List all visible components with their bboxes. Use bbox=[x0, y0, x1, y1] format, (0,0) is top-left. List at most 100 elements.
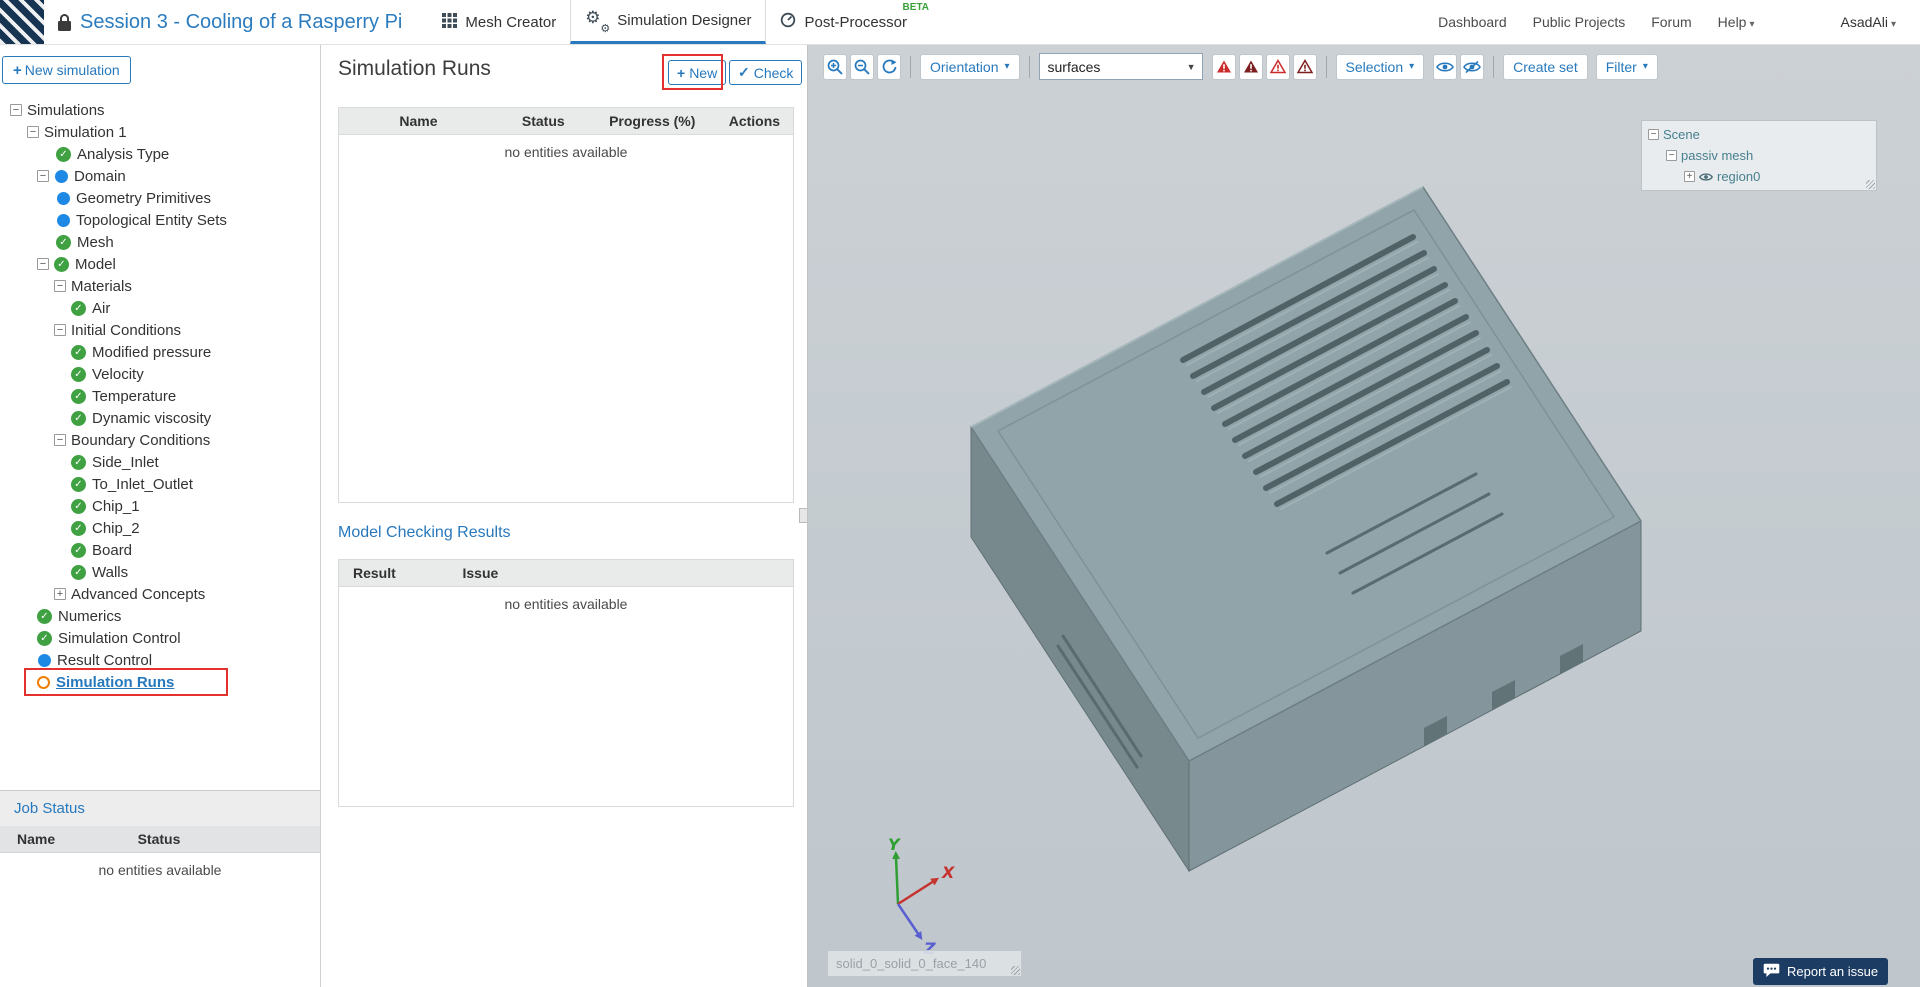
expand-icon[interactable]: + bbox=[54, 588, 66, 600]
collapse-icon[interactable]: − bbox=[54, 324, 66, 336]
model-checking-table: Result Issue no entities available bbox=[338, 559, 794, 807]
tree-item-materials[interactable]: −Materials bbox=[0, 275, 320, 297]
tree-item-boundary-conditions[interactable]: −Boundary Conditions bbox=[0, 429, 320, 451]
tree-item-walls[interactable]: ✓Walls bbox=[0, 561, 320, 583]
tree-item-domain[interactable]: − Domain bbox=[0, 165, 320, 187]
scene-tree-item-passiv-mesh[interactable]: − passiv mesh bbox=[1642, 145, 1876, 166]
new-simulation-button[interactable]: + New simulation bbox=[2, 56, 131, 84]
new-run-button[interactable]: + New bbox=[668, 60, 726, 85]
orientation-dropdown[interactable]: Orientation▾ bbox=[920, 54, 1020, 80]
zoom-in-button[interactable] bbox=[823, 54, 847, 80]
tree-item-velocity[interactable]: ✓Velocity bbox=[0, 363, 320, 385]
warning-triangle-icon bbox=[1243, 59, 1259, 74]
filter-dropdown[interactable]: Filter▾ bbox=[1596, 54, 1658, 80]
link-forum[interactable]: Forum bbox=[1651, 14, 1691, 30]
normals-warning-button-4[interactable] bbox=[1293, 54, 1317, 80]
check-status-icon: ✓ bbox=[71, 389, 86, 404]
collapse-icon[interactable]: − bbox=[37, 258, 49, 270]
tree-item-simulation-control[interactable]: ✓Simulation Control bbox=[0, 627, 320, 649]
scene-tree-panel[interactable]: − Scene − passiv mesh + region0 bbox=[1641, 120, 1877, 191]
chat-bubble-icon bbox=[1763, 963, 1780, 981]
collapse-icon[interactable]: − bbox=[54, 280, 66, 292]
gauge-icon bbox=[780, 12, 796, 32]
collapse-icon[interactable]: − bbox=[27, 126, 39, 138]
collapse-icon[interactable]: − bbox=[1648, 129, 1659, 140]
expand-icon[interactable]: + bbox=[1684, 171, 1695, 182]
tree-item-advanced-concepts[interactable]: +Advanced Concepts bbox=[0, 583, 320, 605]
link-public-projects[interactable]: Public Projects bbox=[1533, 14, 1626, 30]
tree-item-temperature[interactable]: ✓Temperature bbox=[0, 385, 320, 407]
tree-item-modified-pressure[interactable]: ✓Modified pressure bbox=[0, 341, 320, 363]
selection-dropdown[interactable]: Selection▾ bbox=[1336, 54, 1425, 80]
resize-grip-icon[interactable] bbox=[1866, 180, 1875, 189]
normals-warning-button-3[interactable] bbox=[1266, 54, 1290, 80]
hide-selected-button[interactable] bbox=[1460, 54, 1484, 80]
tree-item-label: Domain bbox=[74, 168, 126, 185]
tree-item-simulation-runs[interactable]: Simulation Runs bbox=[0, 671, 320, 693]
tree-item-numerics[interactable]: ✓Numerics bbox=[0, 605, 320, 627]
show-selected-button[interactable] bbox=[1433, 54, 1457, 80]
tree-item-chip-2[interactable]: ✓Chip_2 bbox=[0, 517, 320, 539]
tab-label: Simulation Designer bbox=[617, 12, 751, 29]
tree-item-initial-conditions[interactable]: −Initial Conditions bbox=[0, 319, 320, 341]
tab-mesh-creator[interactable]: Mesh Creator bbox=[428, 0, 570, 44]
collapse-icon[interactable]: − bbox=[37, 170, 49, 182]
tree-item-board[interactable]: ✓Board bbox=[0, 539, 320, 561]
tree-item-simulation-1[interactable]: −Simulation 1 bbox=[0, 121, 320, 143]
resize-grip-icon[interactable] bbox=[1011, 966, 1020, 975]
eye-icon bbox=[1436, 61, 1454, 73]
pending-status-icon bbox=[37, 676, 50, 689]
tree-item-analysis-type[interactable]: ✓Analysis Type bbox=[0, 143, 320, 165]
tree-item-dynamic-viscosity[interactable]: ✓Dynamic viscosity bbox=[0, 407, 320, 429]
warning-triangle-icon bbox=[1270, 59, 1286, 74]
tree-item-label: Topological Entity Sets bbox=[76, 212, 227, 229]
plus-icon: + bbox=[677, 65, 685, 81]
normals-warning-button-2[interactable] bbox=[1239, 54, 1263, 80]
help-menu[interactable]: Help▾ bbox=[1718, 14, 1755, 30]
tree-item-chip-1[interactable]: ✓Chip_1 bbox=[0, 495, 320, 517]
beta-badge: BETA bbox=[903, 2, 929, 13]
tree-item-model[interactable]: −✓Model bbox=[0, 253, 320, 275]
tree-item-topological-entity-sets[interactable]: Topological Entity Sets bbox=[0, 209, 320, 231]
plus-icon: + bbox=[13, 62, 22, 79]
raspberry-pi-case-model[interactable] bbox=[971, 187, 1641, 871]
scene-tree-item-region0[interactable]: + region0 bbox=[1642, 166, 1876, 187]
link-dashboard[interactable]: Dashboard bbox=[1438, 14, 1507, 30]
tree-item-result-control[interactable]: Result Control bbox=[0, 649, 320, 671]
app-header: Session 3 - Cooling of a Rasperry Pi Mes… bbox=[0, 0, 1920, 45]
runs-table-empty: no entities available bbox=[339, 135, 793, 160]
simulation-runs-panel: Simulation Runs + New ✓ Check Name Statu… bbox=[321, 45, 808, 987]
collapse-icon[interactable]: − bbox=[1666, 150, 1677, 161]
tree-item-air[interactable]: ✓Air bbox=[0, 297, 320, 319]
column-header: Status bbox=[138, 831, 181, 847]
panel-splitter-handle[interactable] bbox=[799, 508, 807, 523]
check-status-icon: ✓ bbox=[37, 609, 52, 624]
column-header: Name bbox=[339, 113, 498, 129]
axis-gizmo[interactable]: Y X Z bbox=[888, 835, 955, 958]
report-issue-button[interactable]: Report an issue bbox=[1753, 958, 1888, 985]
scene-tree-item-scene[interactable]: − Scene bbox=[1642, 124, 1876, 145]
eye-icon[interactable] bbox=[1699, 172, 1713, 182]
zoom-out-button[interactable] bbox=[850, 54, 874, 80]
chevron-down-icon: ▾ bbox=[1004, 61, 1009, 72]
chevron-down-icon: ▾ bbox=[1749, 19, 1754, 30]
create-set-button[interactable]: Create set bbox=[1503, 54, 1588, 80]
collapse-icon[interactable]: − bbox=[10, 104, 22, 116]
tree-item-simulations[interactable]: −Simulations bbox=[0, 99, 320, 121]
render-mode-select[interactable]: surfaces▼ bbox=[1039, 53, 1203, 80]
tree-item-geometry-primitives[interactable]: Geometry Primitives bbox=[0, 187, 320, 209]
user-menu[interactable]: AsadAli▾ bbox=[1841, 14, 1897, 30]
tree-item-to-inlet-outlet[interactable]: ✓To_Inlet_Outlet bbox=[0, 473, 320, 495]
reset-view-button[interactable] bbox=[877, 54, 901, 80]
lock-icon bbox=[57, 13, 72, 32]
tree-item-label: Air bbox=[92, 300, 110, 317]
tab-post-processor[interactable]: Post-Processor BETA bbox=[766, 0, 921, 44]
viewport-3d[interactable]: Y X Z Orientation▾ bbox=[808, 45, 1920, 987]
check-button[interactable]: ✓ Check bbox=[729, 60, 802, 85]
tree-item-side-inlet[interactable]: ✓Side_Inlet bbox=[0, 451, 320, 473]
normals-warning-button-1[interactable] bbox=[1212, 54, 1236, 80]
collapse-icon[interactable]: − bbox=[54, 434, 66, 446]
tab-simulation-designer[interactable]: ⚙⚙ Simulation Designer bbox=[570, 0, 766, 44]
app-logo[interactable] bbox=[0, 0, 44, 44]
tree-item-mesh[interactable]: ✓Mesh bbox=[0, 231, 320, 253]
